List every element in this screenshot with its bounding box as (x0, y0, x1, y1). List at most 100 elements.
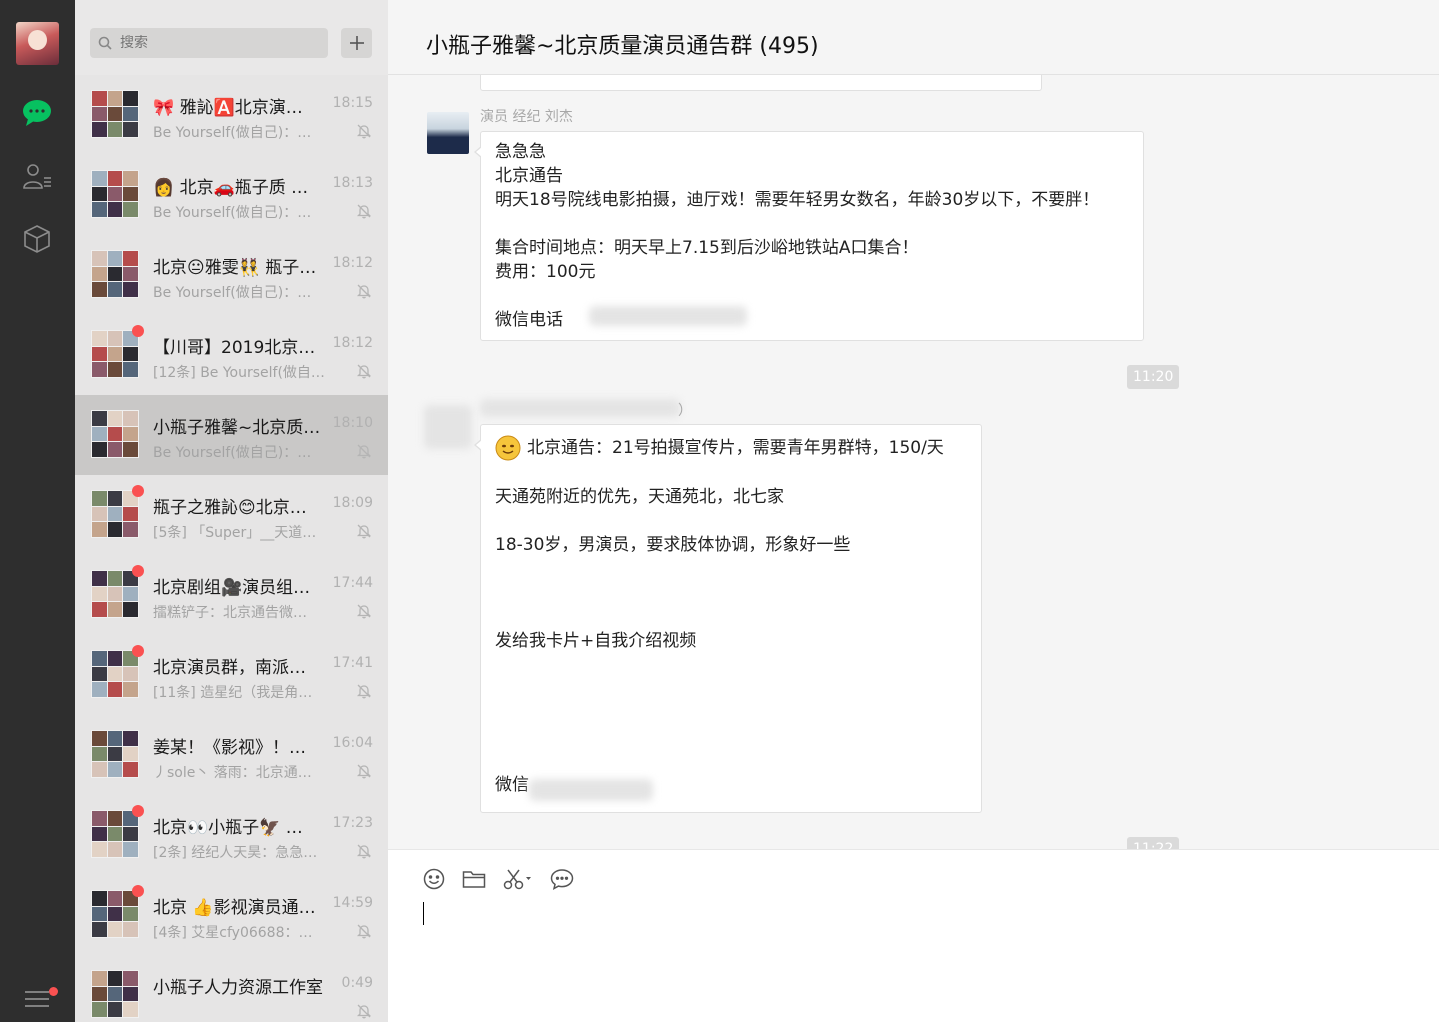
message-line: 北京通告：21号拍摄宣传片，需要青年男群特，150/天 (527, 438, 944, 458)
mute-bell-icon (356, 923, 372, 943)
message-line (495, 509, 967, 533)
mute-bell-icon (356, 1003, 372, 1022)
conversation-items: [6条] Be Yourself(做自己…🎀 雅訫🅰️北京演…18:15Be Y… (75, 0, 388, 1022)
mute-bell-icon (356, 203, 372, 223)
conversation-name: 北京剧组🎥演员组… (153, 578, 311, 598)
message-line: 急急急 (495, 142, 546, 162)
message-line (495, 212, 1129, 236)
conversation-time: 18:13 (332, 175, 373, 191)
conversation-item[interactable]: 👩 北京🚗瓶子质 … 18:13 Be Yourself(做自己)：… (75, 155, 388, 235)
message-line (495, 581, 967, 605)
conversation-name: 北京👀小瓶子🦅 … (153, 818, 303, 838)
redacted-avatar (424, 405, 472, 449)
mute-bell-icon (356, 683, 372, 703)
conversation-time: 17:23 (332, 815, 373, 831)
folder-icon[interactable] (462, 867, 486, 891)
chat-history-icon[interactable] (550, 867, 574, 891)
composer-toolbar (422, 867, 574, 891)
sender-name-suffix: ） (678, 403, 692, 419)
conversation-name: 北京😐雅雯👯 瓶子… (153, 258, 317, 278)
conversation-item[interactable]: 🎀 雅訫🅰️北京演… 18:15 Be Yourself(做自己)：… (75, 75, 388, 155)
search-input[interactable] (120, 35, 320, 51)
emoji-icon[interactable] (422, 867, 446, 891)
search-icon (90, 36, 120, 50)
mute-bell-icon (356, 283, 372, 303)
message-line: 发给我卡片+自我介绍视频 (495, 631, 697, 651)
message-bubble[interactable]: 急急急 北京通告 明天18号院线电影拍摄，迪厅戏！需要年轻男女数名，年龄30岁以… (474, 131, 1144, 341)
message-bubble[interactable]: 北京通告：21号拍摄宣传片，需要青年男群特，150/天 天通苑附近的优先，天通苑… (474, 424, 982, 813)
conversation-name: 北京 👍影视演员通… (153, 898, 316, 918)
chat-panel: 小瓶子雅馨~北京质量演员通告群 (495) 演员 经纪 刘杰 急急急 北京通告 … (388, 0, 1439, 1022)
conversation-preview: 丿sole丶 落雨：北京通… (153, 765, 312, 781)
conversation-item[interactable]: 【川哥】2019北京… 18:12 [12条] Be Yourself(做自… (75, 315, 388, 395)
conversation-item[interactable]: 北京剧组🎥演员组… 17:44 擂糕铲子：北京通告微… (75, 555, 388, 635)
group-avatar (91, 570, 139, 618)
mute-bell-icon (356, 123, 372, 143)
menu-icon[interactable] (19, 981, 55, 1017)
box-icon[interactable] (19, 221, 55, 257)
conversation-preview: Be Yourself(做自己)：… (153, 285, 312, 301)
message-line (495, 284, 1129, 308)
my-avatar[interactable] (16, 22, 59, 65)
chat-title: 小瓶子雅馨~北京质量演员通告群 (495) (426, 34, 819, 59)
sender-name: 演员 经纪 刘杰 (480, 109, 573, 125)
unread-dot (132, 325, 144, 337)
conversation-preview: Be Yourself(做自己)：… (153, 125, 312, 141)
message-line: 明天18号院线电影拍摄，迪厅戏！需要年轻男女数名，年龄30岁以下，不要胖！ (495, 190, 1100, 210)
unread-dot (132, 805, 144, 817)
group-avatar (91, 650, 139, 698)
search-box[interactable] (90, 28, 328, 58)
conversation-preview: [12条] Be Yourself(做自… (153, 365, 325, 381)
message-line (495, 749, 967, 773)
conversation-list: [6条] Be Yourself(做自己…🎀 雅訫🅰️北京演…18:15Be Y… (75, 0, 388, 1022)
message-line (495, 677, 967, 701)
message-composer[interactable] (388, 849, 1439, 1022)
group-avatar (91, 490, 139, 538)
chat-icon[interactable] (19, 95, 55, 131)
conversation-item[interactable]: 北京👀小瓶子🦅 … 17:23 [2条] 经纪人天昊：急急… (75, 795, 388, 875)
conversation-item[interactable]: 北京演员群，南派… 17:41 [11条] 造星纪（我是角）… (75, 635, 388, 715)
conversation-item[interactable]: 北京 👍影视演员通… 14:59 [4条] 艾星cfy06688：… (75, 875, 388, 955)
conversation-time: 17:44 (332, 575, 373, 591)
conversation-time: 16:04 (332, 735, 373, 751)
time-divider-partial: 11:22 (1127, 837, 1180, 849)
group-avatar (91, 410, 139, 458)
group-avatar (91, 730, 139, 778)
text-cursor[interactable] (423, 902, 424, 925)
conversation-item[interactable]: 姜某！《影视》！… 16:04 丿sole丶 落雨：北京通… (75, 715, 388, 795)
sender-avatar[interactable] (427, 112, 469, 154)
group-avatar (91, 330, 139, 378)
message-first-line: 北京通告：21号拍摄宣传片，需要青年男群特，150/天 (495, 435, 967, 461)
conversation-item[interactable]: 小瓶子人力资源工作室 0:49 (75, 955, 388, 1022)
conversation-time: 18:12 (332, 255, 373, 271)
message-line (495, 725, 967, 749)
contacts-icon[interactable] (19, 158, 55, 194)
add-button[interactable] (341, 28, 372, 58)
message-line (495, 557, 967, 581)
group-avatar (91, 970, 139, 1018)
nav-bar (0, 0, 75, 1022)
mute-bell-icon (356, 603, 372, 623)
conversation-preview: Be Yourself(做自己)：… (153, 445, 312, 461)
message-line (495, 605, 967, 629)
conversation-item[interactable]: 小瓶子雅馨~北京质… 18:10 Be Yourself(做自己)：… (75, 395, 388, 475)
conversation-time: 0:49 (341, 975, 373, 991)
mute-bell-icon (356, 523, 372, 543)
group-avatar (91, 810, 139, 858)
smile-emoji-icon (495, 435, 521, 461)
conversation-item[interactable]: 北京😐雅雯👯 瓶子… 18:12 Be Yourself(做自己)：… (75, 235, 388, 315)
mute-bell-icon (356, 443, 372, 463)
list-header (75, 0, 388, 75)
unread-dot (132, 565, 144, 577)
chat-header: 小瓶子雅馨~北京质量演员通告群 (495) (388, 0, 1439, 75)
scissors-icon[interactable] (502, 867, 534, 891)
conversation-item[interactable]: 瓶子之雅訫😊北京… 18:09 [5条] 「Super」__天道… (75, 475, 388, 555)
message-line: 天通苑附近的优先，天通苑北，北七家 (495, 487, 784, 507)
previous-message-bubble[interactable] (480, 75, 1042, 91)
message-list[interactable]: 演员 经纪 刘杰 急急急 北京通告 明天18号院线电影拍摄，迪厅戏！需要年轻男女… (388, 75, 1439, 849)
message-line: 费用：100元 (495, 262, 596, 282)
group-avatar (91, 890, 139, 938)
conversation-preview: [5条] 「Super」__天道… (153, 525, 317, 541)
group-avatar (91, 90, 139, 138)
time-divider: 11:20 (1127, 365, 1180, 389)
